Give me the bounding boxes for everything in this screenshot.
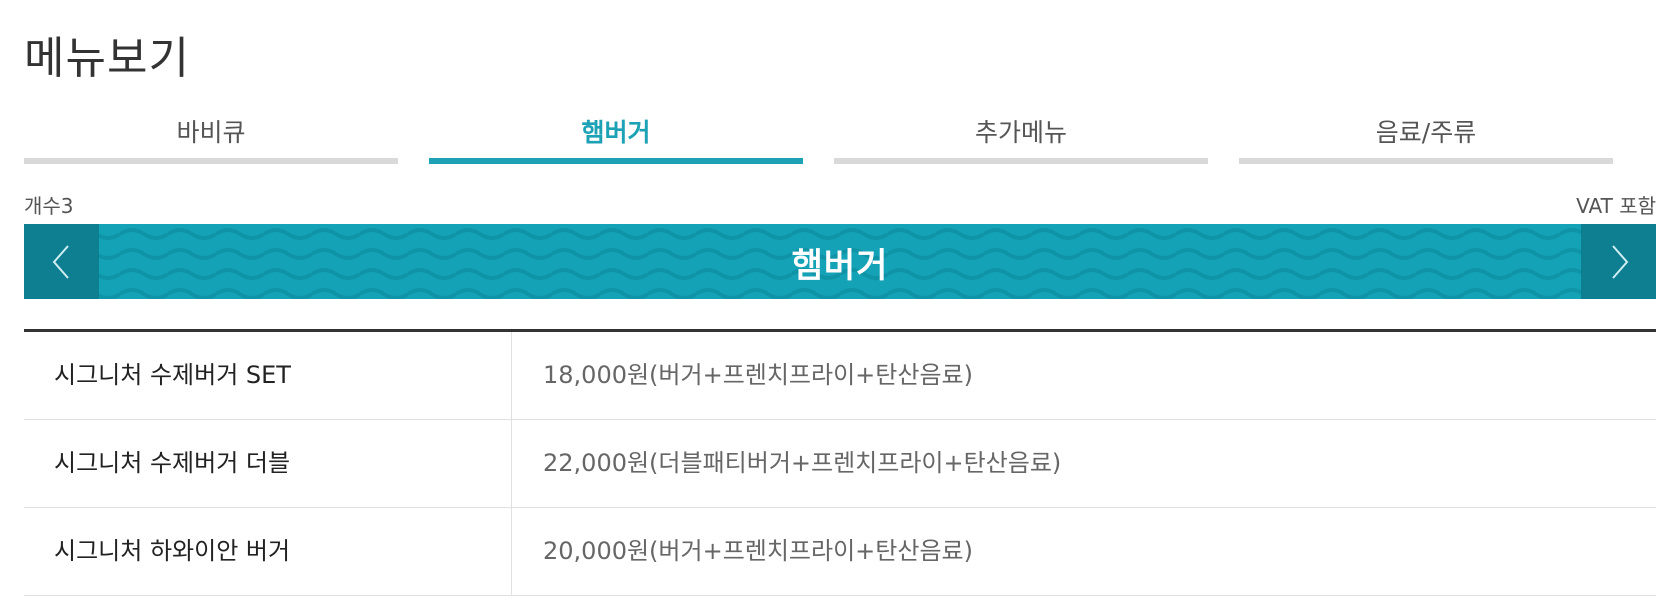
menu-row: 시그니처 수제버거 더블 22,000원(더블패티버거+프렌치프라이+탄산음료) bbox=[24, 420, 1656, 508]
tab-hamburger[interactable]: 햄버거 bbox=[429, 108, 803, 164]
menu-item-price: 22,000원(더블패티버거+프렌치프라이+탄산음료) bbox=[543, 449, 1062, 477]
tab-extra-menu[interactable]: 추가메뉴 bbox=[834, 108, 1208, 164]
category-banner: 햄버거 bbox=[24, 224, 1656, 299]
tab-label: 햄버거 bbox=[581, 118, 651, 147]
chevron-left-icon bbox=[52, 245, 69, 279]
next-category-button[interactable] bbox=[1581, 224, 1656, 299]
menu-row: 시그니처 하와이안 버거 20,000원(버거+프렌치프라이+탄산음료) bbox=[24, 508, 1656, 596]
vat-note: VAT 포함 bbox=[1576, 194, 1656, 218]
menu-table: 시그니처 수제버거 SET 18,000원(버거+프렌치프라이+탄산음료) 시그… bbox=[24, 329, 1656, 596]
banner-title: 햄버거 bbox=[791, 246, 889, 286]
tab-label: 바비큐 bbox=[176, 118, 246, 147]
tab-drinks[interactable]: 음료/주류 bbox=[1239, 108, 1613, 164]
menu-tabs: 바비큐 햄버거 추가메뉴 음료/주류 bbox=[24, 108, 1614, 164]
chevron-right-icon bbox=[1612, 245, 1629, 279]
menu-item-price: 18,000원(버거+프렌치프라이+탄산음료) bbox=[543, 361, 973, 389]
tab-underline bbox=[834, 158, 1208, 164]
tab-label: 추가메뉴 bbox=[974, 118, 1067, 147]
prev-category-button[interactable] bbox=[24, 224, 99, 299]
menu-item-price: 20,000원(버거+프렌치프라이+탄산음료) bbox=[543, 537, 973, 565]
menu-item-name: 시그니처 하와이안 버거 bbox=[24, 508, 512, 595]
item-count: 개수3 bbox=[24, 194, 74, 218]
menu-item-name: 시그니처 수제버거 SET bbox=[24, 332, 512, 419]
tab-underline bbox=[429, 158, 803, 164]
menu-item-name: 시그니처 수제버거 더블 bbox=[24, 420, 512, 507]
tab-underline bbox=[1239, 158, 1613, 164]
tab-label: 음료/주류 bbox=[1375, 118, 1477, 147]
menu-row: 시그니처 수제버거 SET 18,000원(버거+프렌치프라이+탄산음료) bbox=[24, 332, 1656, 420]
tab-bbq[interactable]: 바비큐 bbox=[24, 108, 398, 164]
tab-underline bbox=[24, 158, 398, 164]
page-title: 메뉴보기 bbox=[24, 33, 190, 84]
